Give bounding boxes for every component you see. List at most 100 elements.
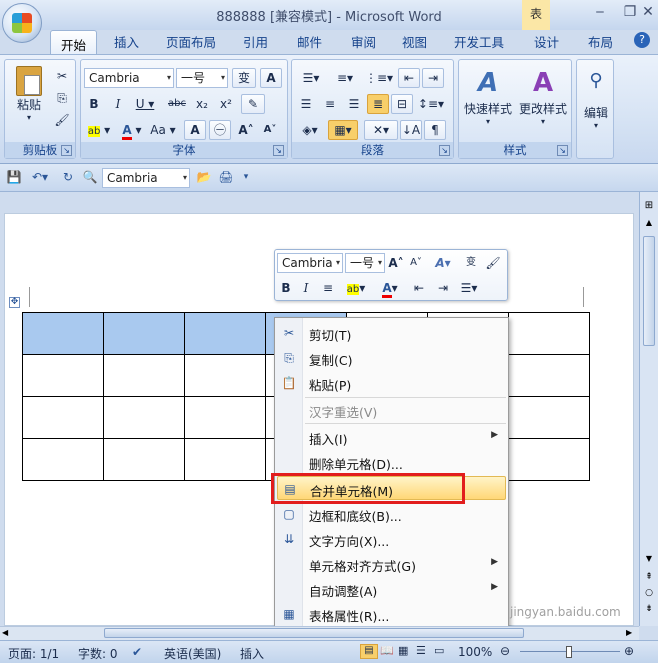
table-cell[interactable] [22, 438, 104, 481]
tab-layout[interactable]: 布局 [588, 32, 613, 51]
tab-references[interactable]: 引用 [243, 32, 268, 51]
bold-button[interactable]: B [277, 278, 295, 298]
increase-indent-icon[interactable]: ⇥ [433, 278, 453, 298]
table-cell[interactable] [22, 396, 104, 439]
mini-size-select[interactable]: 一号 ▾ [345, 253, 385, 273]
menu-item-text-direction[interactable]: ⇊ 文字方向(X)... [275, 527, 508, 551]
office-button[interactable] [2, 3, 42, 43]
print-layout-icon[interactable]: ▤ [360, 644, 378, 659]
table-cell[interactable] [508, 312, 590, 355]
zoom-slider-handle[interactable] [566, 646, 572, 658]
numbering-button[interactable]: ≡▾ [329, 68, 361, 88]
menu-item-borders[interactable]: ▢ 边框和底纹(B)... [275, 502, 508, 526]
customize-qat-icon[interactable]: ▾ [240, 169, 252, 185]
ruler-toggle-icon[interactable]: ⊞ [642, 200, 656, 212]
table-cell[interactable] [184, 438, 266, 481]
italic-button[interactable]: I [297, 278, 315, 298]
chinese-layout-button[interactable]: ✕▾ [364, 120, 398, 140]
tab-home[interactable]: 开始 [50, 30, 98, 56]
table-cell[interactable] [103, 396, 185, 439]
close-button[interactable]: ✕ [638, 4, 658, 24]
shading-button[interactable]: ◈▾ [295, 120, 325, 140]
insert-mode-status[interactable]: 插入 [240, 645, 264, 662]
enclose-characters-icon[interactable]: ㊀ [209, 120, 231, 140]
tab-view[interactable]: 视图 [402, 32, 427, 51]
bullets-button[interactable]: ☰▾ [455, 278, 483, 298]
menu-item-cut[interactable]: ✂ 剪切(T) [275, 321, 508, 345]
language-status[interactable]: 英语(美国) [164, 645, 221, 662]
font-size-change-button[interactable]: Aa ▾ [149, 120, 177, 140]
align-center-icon[interactable]: ≡ [319, 94, 341, 114]
bullets-button[interactable]: ☰▾ [295, 68, 327, 88]
proofing-icon[interactable]: ✔ [132, 645, 142, 659]
sort-icon[interactable]: ↓A [400, 120, 422, 140]
italic-button[interactable]: I [108, 94, 128, 114]
undo-icon[interactable]: ↶▾ [28, 169, 52, 185]
table-cell[interactable] [103, 354, 185, 397]
strikethrough-button[interactable]: abc [165, 94, 189, 114]
table-cell[interactable] [103, 312, 185, 355]
hscrollbar-thumb[interactable] [104, 628, 524, 638]
style-gallery-icon[interactable]: A▾ [429, 253, 457, 273]
tab-page-layout[interactable]: 页面布局 [166, 32, 216, 51]
open-folder-icon[interactable]: 📂 [196, 169, 212, 185]
highlight-color-button[interactable]: ab▾ [341, 278, 371, 298]
table-cell[interactable] [184, 396, 266, 439]
next-page-icon[interactable]: ⇟ [642, 604, 656, 618]
table-cell[interactable] [22, 354, 104, 397]
scroll-up-icon[interactable]: ▲ [642, 218, 656, 232]
help-icon[interactable]: ? [634, 32, 650, 48]
paragraph-launcher-icon[interactable]: ↘ [439, 145, 450, 156]
shrink-font-icon[interactable]: A˅ [407, 253, 425, 273]
align-left-icon[interactable]: ☰ [295, 94, 317, 114]
distributed-icon[interactable]: ⊟ [391, 94, 413, 114]
justify-icon[interactable]: ≣ [367, 94, 389, 114]
format-painter-icon[interactable]: 🖌 [53, 110, 71, 130]
highlight-color-button[interactable]: ab ▾ [84, 120, 114, 140]
zoom-out-icon[interactable]: ⊖ [500, 644, 510, 658]
superscript-button[interactable]: x² [215, 94, 237, 114]
outline-view-icon[interactable]: ☰ [416, 644, 426, 657]
table-cell[interactable] [508, 438, 590, 481]
font-name-select[interactable]: Cambria ▾ [84, 68, 174, 88]
editing-button[interactable]: ⚲ 编辑 ▾ [579, 68, 613, 130]
table-cell[interactable] [508, 354, 590, 397]
copy-icon[interactable]: ⎘ [53, 88, 71, 108]
quick-print-icon[interactable]: 🖨 [218, 169, 234, 185]
increase-indent-icon[interactable]: ⇥ [422, 68, 444, 88]
font-color-button[interactable]: A▾ [375, 278, 405, 298]
shrink-font-icon[interactable]: A˅ [259, 120, 281, 140]
show-marks-icon[interactable]: ¶ [424, 120, 446, 140]
menu-item-table-properties[interactable]: ▦ 表格属性(R)... [275, 602, 508, 626]
grow-font-icon[interactable]: A˄ [235, 120, 257, 140]
previous-page-icon[interactable]: ⇞ [642, 572, 656, 586]
decrease-indent-icon[interactable]: ⇤ [409, 278, 429, 298]
change-styles-button[interactable]: A 更改样式 ▾ [515, 66, 571, 126]
font-color-button[interactable]: A ▾ [118, 120, 146, 140]
tab-design[interactable]: 设计 [534, 32, 559, 51]
multilevel-list-button[interactable]: ⋮≡▾ [363, 68, 395, 88]
save-icon[interactable]: 💾 [6, 169, 22, 185]
decrease-indent-icon[interactable]: ⇤ [398, 68, 420, 88]
quick-styles-button[interactable]: A 快速样式 ▾ [461, 66, 515, 126]
phonetic-guide-icon[interactable]: 变 [461, 253, 481, 273]
character-border-icon[interactable]: A [260, 68, 282, 88]
web-layout-icon[interactable]: ▦ [398, 644, 408, 657]
table-cell[interactable] [508, 396, 590, 439]
clipboard-launcher-icon[interactable]: ↘ [61, 145, 72, 156]
browse-object-icon[interactable]: ○ [642, 588, 656, 602]
zoom-level[interactable]: 100% [458, 645, 492, 659]
menu-item-autofit[interactable]: 自动调整(A) ▶ [275, 577, 508, 601]
table-cell[interactable] [22, 312, 104, 355]
underline-button[interactable]: U ▾ [132, 94, 158, 114]
page-count[interactable]: 页面: 1/1 [8, 645, 59, 662]
format-painter-icon[interactable]: 🖌 [483, 253, 503, 273]
print-preview-icon[interactable]: 🔍 [82, 169, 98, 185]
paste-button[interactable]: 粘贴 ▾ [9, 66, 49, 132]
tab-insert[interactable]: 插入 [114, 32, 139, 51]
menu-item-delete-cells[interactable]: 删除单元格(D)... [275, 450, 508, 474]
minimize-button[interactable]: ‒ [586, 4, 614, 24]
qat-font-select[interactable]: Cambria ▾ [102, 168, 190, 188]
clear-formatting-icon[interactable]: ✎ [241, 94, 265, 114]
bold-button[interactable]: B [84, 94, 104, 114]
